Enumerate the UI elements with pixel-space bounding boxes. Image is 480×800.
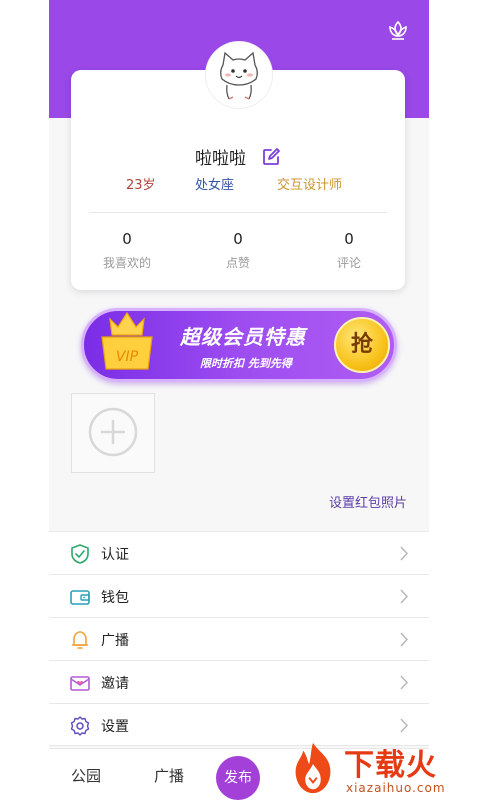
set-red-packet-photo-link[interactable]: 设置红包照片 (329, 492, 407, 511)
vip-subtitle: 限时折扣 先到先得 (200, 357, 292, 370)
bell-icon (72, 631, 88, 649)
chevron-right-icon (400, 718, 409, 733)
flame-logo-icon (295, 742, 331, 794)
stat-upvotes-label: 点赞 (225, 256, 250, 270)
chevron-right-icon (400, 675, 409, 690)
watermark-url: xiazaihuo.com (346, 781, 446, 795)
site-watermark: 下载火 xiazaihuo.com (282, 737, 480, 800)
zodiac-tag: 处女座 (195, 178, 235, 193)
vip-title: 超级会员特惠 (180, 325, 306, 349)
plus-icon (88, 407, 138, 457)
menu-item-label: 钱包 (101, 590, 129, 606)
stat-upvotes[interactable]: 0 点赞 (198, 230, 278, 271)
add-photo-slot[interactable] (71, 393, 155, 473)
settings-menu: 认证 钱包 广播 邀请 设置 (49, 531, 429, 746)
stat-likes-label: 我喜欢的 (102, 256, 151, 270)
menu-item-label: 设置 (101, 719, 129, 735)
avatar[interactable] (206, 42, 272, 108)
menu-item-label: 邀请 (101, 676, 129, 692)
stat-likes-value: 0 (122, 230, 132, 248)
profile-stats: 0 我喜欢的 0 点赞 0 评论 (71, 230, 405, 274)
chevron-right-icon (400, 589, 409, 604)
grab-button[interactable]: 抢 (334, 317, 390, 373)
chevron-right-icon (400, 546, 409, 561)
stat-comments-value: 0 (344, 230, 354, 248)
profile-tags: 23岁 处女座 交互设计师 (71, 174, 405, 194)
stat-likes[interactable]: 0 我喜欢的 (87, 230, 167, 271)
job-tag: 交互设计师 (277, 178, 343, 193)
gear-icon (70, 716, 90, 736)
watermark-brand: 下载火 (344, 748, 437, 783)
menu-item-wallet[interactable]: 钱包 (49, 574, 429, 617)
menu-item-label: 认证 (101, 547, 129, 563)
age-tag: 23岁 (126, 178, 156, 193)
lotus-icon[interactable] (385, 18, 411, 44)
profile-name: 啦啦啦 (194, 149, 246, 169)
menu-item-label: 广播 (101, 633, 129, 649)
vip-banner[interactable]: VIP 超级会员特惠 限时折扣 先到先得 抢 (81, 308, 397, 382)
name-row: 啦啦啦 (71, 144, 405, 169)
menu-item-broadcast[interactable]: 广播 (49, 617, 429, 660)
publish-button[interactable]: 发布 (216, 756, 260, 800)
wallet-icon (70, 590, 90, 605)
stat-comments-label: 评论 (336, 256, 361, 270)
chevron-right-icon (400, 632, 409, 647)
app-screen: 啦啦啦 23岁 处女座 交互设计师 0 我喜欢的 0 点赞 0 评论 VIP 超… (49, 0, 429, 800)
crown-icon: VIP (101, 311, 153, 370)
menu-item-invite[interactable]: 邀请 (49, 660, 429, 703)
divider (89, 212, 387, 213)
stat-comments[interactable]: 0 评论 (309, 230, 389, 271)
edit-icon[interactable] (261, 147, 281, 167)
cat-avatar-icon (220, 51, 258, 100)
vip-badge-text: VIP (116, 349, 139, 365)
tab-broadcast[interactable]: 广播 (154, 765, 184, 786)
stat-upvotes-value: 0 (233, 230, 243, 248)
shield-check-icon (71, 544, 89, 564)
menu-item-verify[interactable]: 认证 (49, 531, 429, 574)
envelope-heart-icon (70, 676, 90, 691)
tab-park[interactable]: 公园 (71, 765, 101, 786)
